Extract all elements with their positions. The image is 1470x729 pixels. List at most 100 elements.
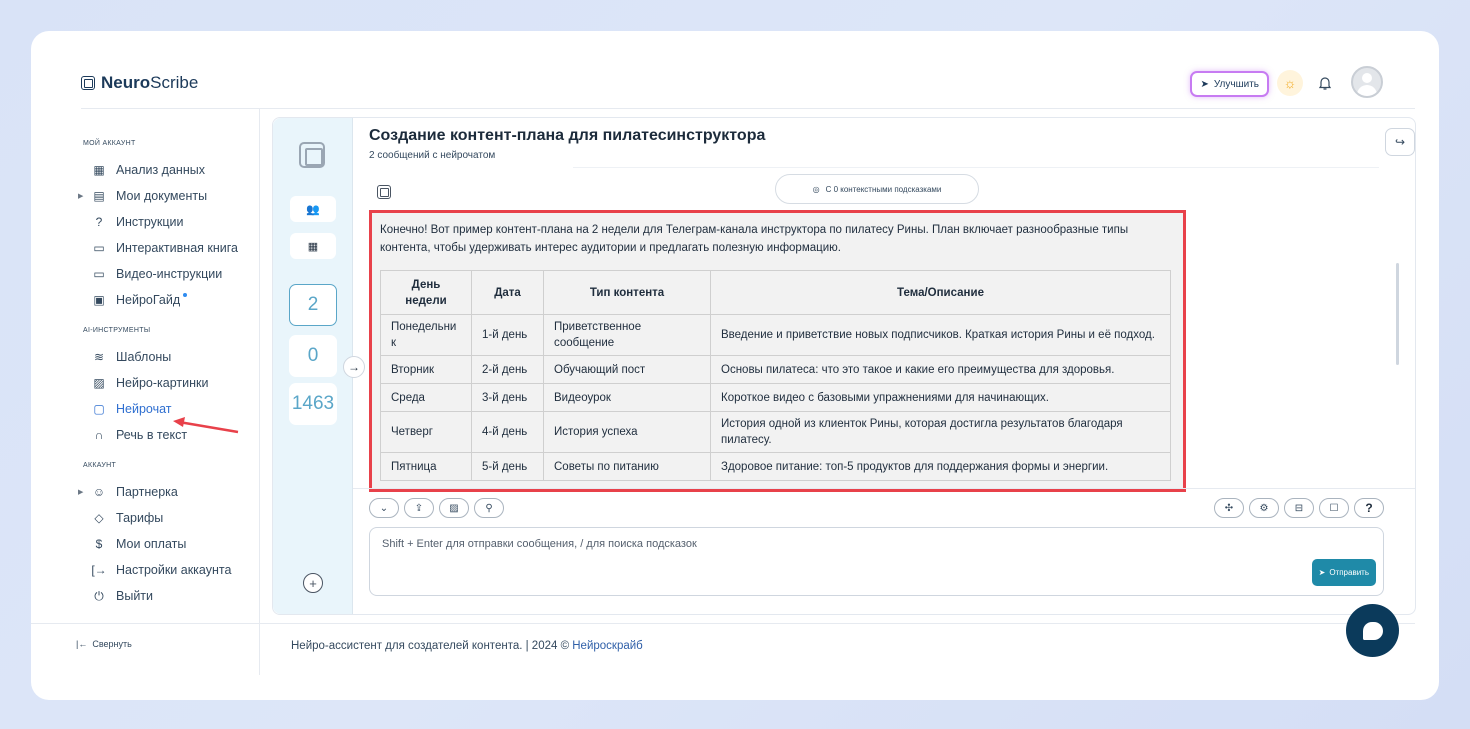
counter-tokens[interactable]: 1463 [289,383,337,425]
add-circle-icon[interactable]: + [303,573,323,593]
table-row: Вторник 2-й день Обучающий пост Основы п… [380,355,1171,384]
assistant-message: Конечно! Вот пример контент-плана на 2 н… [369,210,1186,492]
settings-icon: [→ [91,563,107,577]
layout-icon[interactable]: ⊟ [1284,498,1314,518]
headphones-icon: ∩ [94,428,104,442]
puzzle-icon[interactable]: ✣ [1214,498,1244,518]
table-cell: Пятница [380,452,472,481]
tag-icon: ◇ [94,511,104,525]
table-cell: 3-й день [471,383,544,412]
upgrade-button[interactable]: ➤ Улучшить [1190,71,1269,97]
table-row: Пятница 5-й день Советы по питанию Здоро… [380,452,1171,481]
sidebar-item-interactive-book[interactable]: ▭ Интерактивная книга [81,235,261,261]
hint-divider [573,167,1379,168]
help-circle-icon: ? [95,215,103,229]
sidebar-item-data-analysis[interactable]: ▦ Анализ данных [81,157,261,183]
message-input-box[interactable]: ➤ Отправить [369,527,1384,596]
collapse-icon: |← [76,639,88,649]
sidebar-item-label: Инструкции [116,215,184,229]
sidebar-item-label: НейроГайд [116,293,181,307]
sidebar-item-label: Настройки аккаунта [116,563,232,577]
scrollbar[interactable] [1396,263,1399,365]
sidebar-item-label: Шаблоны [116,350,172,364]
counter-messages[interactable]: 2 [289,284,337,326]
table-cell: Здоровое питание: топ-5 продуктов для по… [710,452,1171,481]
logo[interactable]: NeuroScribe [81,73,198,93]
collapse-button[interactable]: |← Свернуть [76,639,132,649]
send-label: Отправить [1329,568,1369,577]
table-cell: Среда [380,383,472,412]
sidebar-item-label: Нейрочат [116,402,172,416]
share-icon[interactable]: ↪ [1385,128,1415,156]
table-cell: Короткое видео с базовыми упражнениями д… [710,383,1171,412]
settings-icon[interactable]: ⚙ [1249,498,1279,518]
sidebar-item-label: Видео-инструкции [116,267,223,281]
sidebar-item-label: Тарифы [116,511,164,525]
sidebar-item-my-documents[interactable]: ▶ ▤ Мои документы [78,183,261,209]
annotation-arrow-icon [173,417,239,434]
upgrade-label: Улучшить [1213,78,1259,90]
message-intro: Конечно! Вот пример контент-плана на 2 н… [380,224,1129,254]
footer-text: Нейро-ассистент для создателей контента.… [291,640,573,652]
table-row: Четверг 4-й день История успеха История … [380,411,1171,453]
logo-bold: Neuro [101,73,151,92]
theme-toggle-sun-icon[interactable]: ☼ [1277,70,1303,96]
counter-zero[interactable]: 0 [289,335,337,377]
sidebar-item-video-instructions[interactable]: ▭ Видео-инструкции [81,261,261,287]
avatar[interactable] [1351,66,1383,98]
input-divider [353,488,1415,489]
sidebar-item-tariffs[interactable]: ◇ Тарифы [81,505,261,531]
section-title-my-account: МОЙ АККАУНТ [83,140,136,147]
grid-icon: ▦ [93,163,105,177]
image-icon[interactable]: ▨ [439,498,469,518]
support-chat-button[interactable] [1346,604,1399,657]
table-cell: 4-й день [471,411,544,453]
robot-icon[interactable]: ☐ [1319,498,1349,518]
column-header: Тип контента [543,270,711,315]
footer: Нейро-ассистент для создателей контента.… [291,640,643,652]
expand-arrow-icon[interactable]: → [343,356,365,378]
table-cell: Приветственное сообщение [543,314,711,356]
chevrons-down-icon[interactable]: ⌄ [369,498,399,518]
magic-wand-icon[interactable]: ⚲ [474,498,504,518]
column-header: Дата [471,270,544,315]
sidebar-item-neuroguide[interactable]: ▣ НейроГайд [81,287,261,313]
sidebar-item-logout[interactable]: ⏻ Выйти [81,583,261,609]
sidebar-item-account-settings[interactable]: [→ Настройки аккаунта [81,557,261,583]
assistant-avatar-icon [377,185,391,199]
message-input[interactable] [370,528,1383,595]
collapse-label: Свернуть [92,639,132,649]
context-hints-button[interactable]: ◎ С 0 контекстными подсказками [775,174,979,204]
app-window: NeuroScribe ➤ Улучшить ☼ МОЙ АККАУНТ ▦ Ан… [31,31,1439,700]
sidebar-item-label: Партнерка [116,485,178,499]
footer-link[interactable]: Нейроскрайб [572,640,643,652]
table-cell: Понедельник [380,314,472,356]
chat-title: Создание контент-плана для пилатесинстру… [369,127,766,144]
table-cell: Введение и приветствие новых подписчиков… [710,314,1171,356]
table-cell: Видеоурок [543,383,711,412]
logo-icon [81,76,95,90]
caret-right-icon: ▶ [78,193,84,200]
sidebar-item-neuro-images[interactable]: ▨ Нейро-картинки [81,370,261,396]
sidebar-item-instructions[interactable]: ? Инструкции [81,209,261,235]
document-icon: ▤ [93,189,105,203]
layers-icon: ≋ [93,350,105,364]
upload-icon[interactable]: ⇪ [404,498,434,518]
sidebar-item-label: Анализ данных [116,163,205,177]
dollar-icon: $ [95,537,103,551]
sidebar-item-partner[interactable]: ▶ ☺ Партнерка [78,479,261,505]
sidebar-item-label: Мои оплаты [116,537,187,551]
bell-icon[interactable] [1313,71,1337,95]
chat-rail: 👥 ▦ 2 0 1463 + [273,118,353,614]
sidebar-item-templates[interactable]: ≋ Шаблоны [81,344,261,370]
table-header-row: День недели Дата Тип контента Тема/Описа… [380,270,1171,315]
table-cell: Советы по питанию [543,452,711,481]
rocket-icon: ➤ [1200,78,1209,90]
chat-logo-icon [299,142,325,168]
send-button[interactable]: ➤ Отправить [1311,559,1376,586]
sidebar-item-my-payments[interactable]: $ Мои оплаты [81,531,261,557]
help-button[interactable]: ? [1354,498,1384,518]
users-icon[interactable]: 👥 [290,196,336,222]
grid-icon[interactable]: ▦ [290,233,336,259]
chat-panel: 👥 ▦ 2 0 1463 + → Создание контент-плана … [272,117,1416,615]
